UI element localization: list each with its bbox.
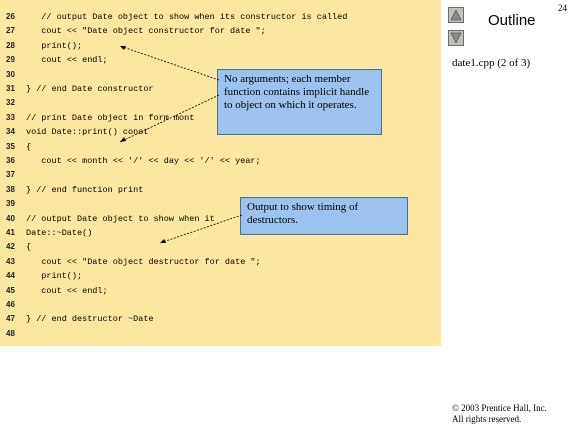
- code-text: // output Date object to show when its c…: [26, 12, 348, 22]
- line-number: 27: [6, 26, 15, 36]
- code-text: // output Date object to show when it: [26, 213, 215, 224]
- callout-text: Output to show timing of destructors.: [247, 201, 359, 226]
- code-text: {: [26, 242, 32, 253]
- code-text: cout << endl;: [26, 285, 108, 296]
- code-line: 37: [0, 168, 441, 182]
- line-number: 35: [6, 141, 15, 151]
- code-line: 47 } // end destructor ~Date: [0, 312, 441, 326]
- line-number: 31: [6, 84, 15, 93]
- file-label: date1.cpp (2 of 3): [452, 57, 531, 69]
- code-text: } // end Date constructor: [26, 84, 154, 94]
- line-number: 34: [6, 127, 15, 137]
- code-line: 36 cout << month << '/' << day << '/' <<…: [0, 154, 441, 168]
- line-number: 45: [6, 285, 15, 295]
- line-number: 39: [6, 199, 15, 209]
- outline-up-button[interactable]: [448, 7, 464, 23]
- code-text: } // end destructor ~Date: [26, 314, 154, 325]
- copyright-line2: All rights reserved.: [452, 414, 522, 424]
- callout-text: No arguments; each member function conta…: [224, 73, 370, 111]
- line-number: 36: [6, 156, 15, 165]
- code-line: 43 cout << "Date object destructor for d…: [0, 255, 441, 269]
- line-number: 37: [6, 170, 15, 180]
- copyright: © 2003 Prentice Hall, Inc. All rights re…: [452, 403, 547, 425]
- line-number: 28: [6, 40, 15, 50]
- code-line: 45 cout << endl;: [0, 284, 441, 298]
- line-number: 43: [6, 256, 15, 266]
- code-text: } // end function print: [26, 184, 144, 195]
- code-text: print();: [26, 40, 83, 51]
- line-number: 44: [6, 271, 15, 281]
- line-number: 40: [6, 213, 15, 223]
- code-line: 28 print();: [0, 39, 441, 53]
- code-line: 27 cout << "Date object constructor for …: [0, 24, 441, 38]
- code-line: 48: [0, 327, 441, 341]
- line-number: 46: [6, 300, 15, 309]
- code-line: 42 {: [0, 240, 441, 254]
- code-text: cout << "Date object destructor for date…: [26, 256, 261, 267]
- code-line: 26 // output Date object to show when it…: [0, 10, 441, 24]
- callout-destructor-note: Output to show timing of destructors.: [240, 197, 408, 235]
- copyright-line1: © 2003 Prentice Hall, Inc.: [452, 403, 547, 413]
- code-text: print();: [26, 271, 83, 282]
- code-line: 35 {: [0, 140, 441, 154]
- down-arrow-icon: [450, 32, 462, 44]
- outline-title: Outline: [488, 12, 536, 29]
- line-number: 26: [6, 12, 15, 21]
- line-number: 33: [6, 112, 15, 122]
- code-text: cout << endl;: [26, 55, 108, 66]
- outline-down-button[interactable]: [448, 30, 464, 46]
- line-number: 30: [6, 69, 15, 79]
- code-text: // print Date object in form mont: [26, 112, 195, 123]
- callout-member-function-note: No arguments; each member function conta…: [217, 69, 382, 135]
- page-number: 24: [558, 3, 567, 13]
- line-number: 29: [6, 55, 15, 65]
- code-line: 46: [0, 298, 441, 312]
- code-text: void Date::print() const: [26, 127, 149, 138]
- code-line: 38 } // end function print: [0, 183, 441, 197]
- line-number: 32: [6, 98, 15, 108]
- code-text: cout << month << '/' << day << '/' << ye…: [26, 156, 261, 166]
- code-line: 29 cout << endl;: [0, 53, 441, 67]
- line-number: 41: [6, 228, 15, 237]
- line-number: 47: [6, 314, 15, 324]
- up-arrow-icon: [450, 9, 462, 21]
- code-line: 44 print();: [0, 269, 441, 283]
- line-number: 42: [6, 242, 15, 252]
- line-number: 48: [6, 328, 15, 338]
- code-text: Date::~Date(): [26, 228, 93, 238]
- line-number: 38: [6, 184, 15, 194]
- code-text: cout << "Date object constructor for dat…: [26, 26, 266, 37]
- code-panel: 26 // output Date object to show when it…: [0, 0, 441, 346]
- code-text: {: [26, 141, 32, 152]
